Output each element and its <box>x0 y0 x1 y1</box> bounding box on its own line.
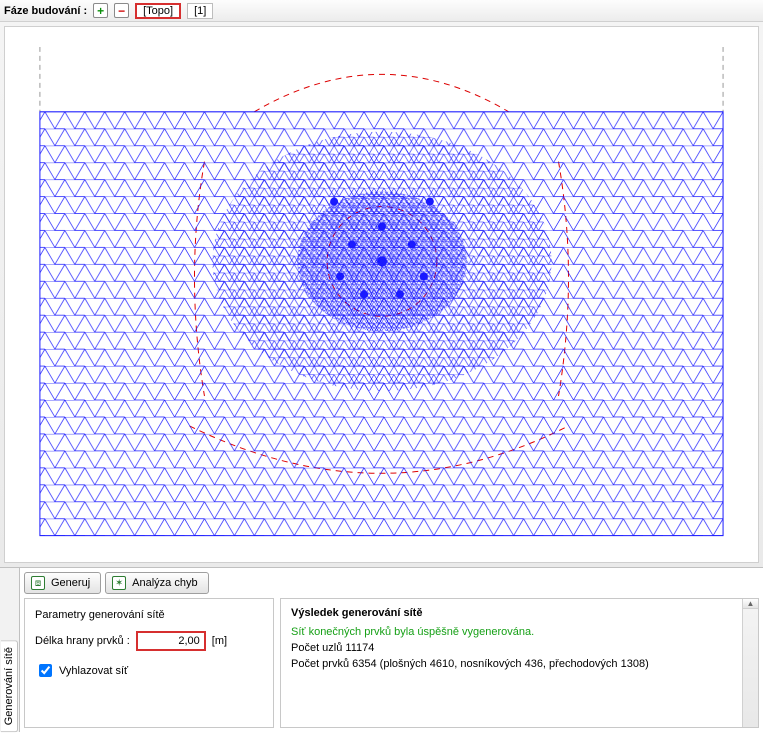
result-elements-line: Počet prvků 6354 (plošných 4610, nosníko… <box>291 657 748 673</box>
smooth-mesh-label: Vyhlazovat síť <box>59 665 128 677</box>
analyze-button-label: Analýza chyb <box>132 577 197 589</box>
bottom-panel: ⧈ Generuj ✶ Analýza chyb Parametry gener… <box>20 568 763 732</box>
edge-length-row: Délka hrany prvků : [m] <box>35 631 263 651</box>
topo-stage-button[interactable]: [Topo] <box>135 3 181 19</box>
top-toolbar: Fáze budování : + − [Topo] [1] <box>0 0 763 22</box>
remove-stage-button[interactable]: − <box>114 3 129 18</box>
result-success-msg: Síť konečných prvků byla úspěšně vygener… <box>291 625 748 641</box>
stage-1-button[interactable]: [1] <box>187 3 213 19</box>
bottom-panel-wrap: Generování sítě ⧈ Generuj ✶ Analýza chyb… <box>0 567 763 732</box>
vertical-tab-mesh[interactable]: Generování sítě <box>1 640 18 732</box>
edge-length-input[interactable] <box>136 631 206 651</box>
generate-button[interactable]: ⧈ Generuj <box>24 572 101 594</box>
parameters-title: Parametry generování sítě <box>35 609 263 621</box>
result-panel: Výsledek generování sítě Síť konečných p… <box>280 598 759 728</box>
add-stage-button[interactable]: + <box>93 3 108 18</box>
generate-icon: ⧈ <box>31 576 45 590</box>
generate-button-label: Generuj <box>51 577 90 589</box>
parameters-panel: Parametry generování sítě Délka hrany pr… <box>24 598 274 728</box>
vertical-tab-bar: Generování sítě <box>0 568 20 732</box>
phase-label: Fáze budování : <box>4 5 87 17</box>
analyze-errors-button[interactable]: ✶ Analýza chyb <box>105 572 208 594</box>
panels-row: Parametry generování sítě Délka hrany pr… <box>24 598 759 728</box>
result-nodes-line: Počet uzlů 11174 <box>291 641 748 657</box>
result-scrollbar[interactable] <box>742 599 758 727</box>
mesh-drawing <box>5 27 758 563</box>
edge-length-label: Délka hrany prvků : <box>35 635 130 647</box>
smooth-mesh-row[interactable]: Vyhlazovat síť <box>35 661 263 680</box>
mesh-viewport[interactable] <box>4 26 759 563</box>
viewport-frame <box>0 22 763 567</box>
analyze-icon: ✶ <box>112 576 126 590</box>
edge-length-unit: [m] <box>212 635 227 647</box>
result-title: Výsledek generování sítě <box>291 607 748 619</box>
action-button-row: ⧈ Generuj ✶ Analýza chyb <box>24 572 759 594</box>
smooth-mesh-checkbox[interactable] <box>39 664 52 677</box>
